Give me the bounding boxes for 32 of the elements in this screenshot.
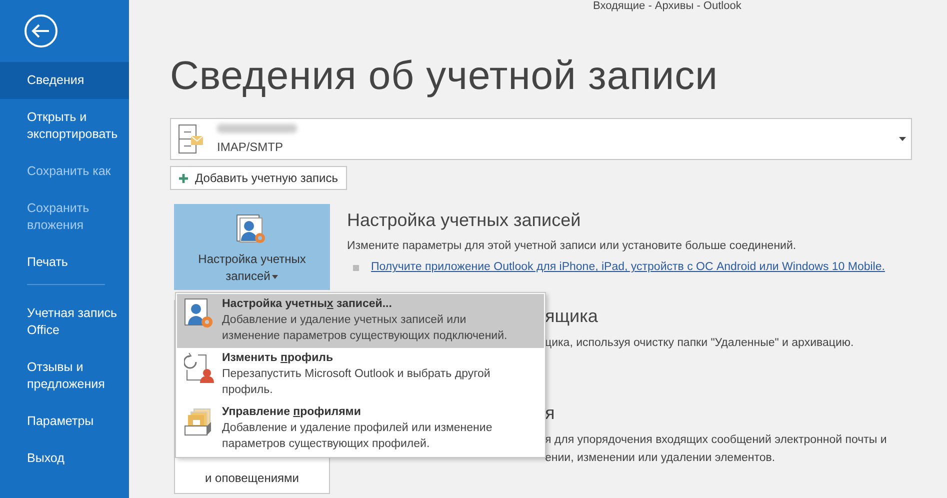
section-description: ении, изменении или удалении элементов. [545,450,776,466]
account-settings-icon [236,214,268,246]
caret-icon [272,275,278,280]
caret-icon [899,137,906,141]
account-type: IMAP/SMTP [217,139,284,156]
profiles-folder-icon [184,406,214,438]
section-title: Настройка учетных записей [347,209,582,232]
sidebar-item[interactable]: Параметры [0,403,129,440]
rules-button-label[interactable]: и оповещениями [205,469,299,487]
back-icon[interactable] [24,14,58,48]
sidebar-item[interactable]: Учетная запись Office [0,295,129,349]
page-heading: Сведения об учетной записи [170,53,719,100]
section-description: Измените параметры для этой учетной записи или установите больше соединений. [347,239,798,254]
section-title: ящика [545,304,599,328]
add-account-button[interactable]: Добавить учетную запись [170,166,347,190]
account-dropdown[interactable]: IMAP/SMTP [170,118,912,160]
sidebar-item[interactable]: Открыть и экспортировать [0,99,129,153]
sidebar-item[interactable]: Сведения [0,62,129,99]
sidebar-item[interactable]: Выход [0,440,129,477]
section-description: цика, используя очистку папки "Удаленные" и архивацию. [545,336,855,350]
mobile-app-link[interactable]: Получите приложение Outlook для iPhone, iPad, устройств с ОС Android или Windows 10 Mobile. [371,259,885,276]
section-title: я [545,402,556,424]
menu-item[interactable]: Настройка учетных записей... Добавление и удаление учетных записей или изменение параметров существующих подключений. [177,294,544,348]
window-title: Входящие - Архивы - Outlook [593,0,742,12]
sidebar-item[interactable]: Отзывы и предложения [0,349,129,403]
account-settings-icon [184,298,214,330]
sidebar-item[interactable]: Печать [0,244,129,281]
account-cabinet-icon [178,124,204,154]
bullet-icon [353,264,359,271]
profile-switch-icon [184,352,214,384]
plus-icon [179,174,188,182]
account-settings-button[interactable]: Настройка учетных записей [174,204,330,290]
